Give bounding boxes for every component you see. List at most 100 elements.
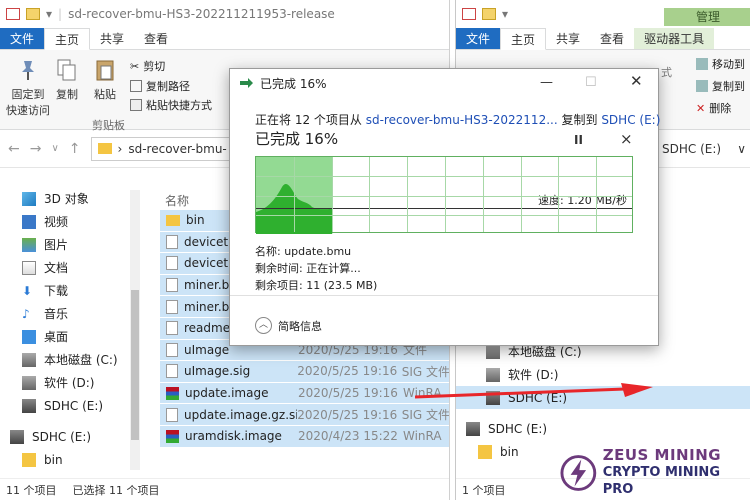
pin-label-2: 快速访问 xyxy=(6,104,50,117)
chart-grid-line xyxy=(256,195,632,197)
tab-view[interactable]: 查看 xyxy=(590,28,634,49)
address-path: sd-recover-bmu- xyxy=(128,141,227,156)
tab-file[interactable]: 文件 xyxy=(456,28,501,49)
tab-home[interactable]: 主页 xyxy=(44,28,91,50)
nav-item[interactable]: SDHC (E:) xyxy=(0,394,130,417)
nav-item[interactable]: ♪ 音乐 xyxy=(0,302,130,325)
sd-card-icon xyxy=(22,398,36,413)
paste-shortcut-button[interactable]: 粘贴快捷方式 xyxy=(130,97,212,113)
recent-dropdown-icon[interactable]: ∨ xyxy=(51,143,58,154)
paste-shortcut-icon xyxy=(130,99,142,111)
move-to-button[interactable]: 移动到 xyxy=(696,56,745,72)
dropdown-icon[interactable]: ▾ xyxy=(502,7,508,21)
delete-button[interactable]: ✕ 删除 xyxy=(696,100,731,116)
nav-item[interactable]: ⬇ 下载 xyxy=(0,279,130,302)
minimize-button[interactable]: — xyxy=(540,75,553,90)
tab-view[interactable]: 查看 xyxy=(134,28,178,49)
file-icon xyxy=(166,256,178,271)
percent-complete: 已完成 16% xyxy=(255,130,339,148)
file-row[interactable]: uImage.sig 2020/5/25 19:16 SIG 文件 xyxy=(160,361,449,382)
cut-button[interactable]: ✂ 剪切 xyxy=(130,58,165,74)
folder-icon[interactable] xyxy=(482,8,496,20)
file-row[interactable]: update.image 2020/5/25 19:16 WinRA xyxy=(160,382,449,404)
nav-item[interactable]: 本地磁盘 (C:) xyxy=(0,348,130,371)
destination-link[interactable]: SDHC (E:) xyxy=(601,113,660,127)
current-speed-line xyxy=(256,208,632,209)
nav-item[interactable]: 桌面 xyxy=(0,325,130,348)
address-bar[interactable]: SDHC (E:) ∨ xyxy=(656,137,750,161)
address-path: SDHC (E:) xyxy=(662,141,722,156)
tab-drive-tools[interactable]: 驱动器工具 xyxy=(634,28,715,49)
file-name: bin xyxy=(186,213,205,228)
file-name: devicetr xyxy=(184,234,234,249)
pause-button[interactable]: II xyxy=(574,133,583,147)
tab-home[interactable]: 主页 xyxy=(500,28,547,50)
winrar-archive-icon xyxy=(166,386,179,400)
music-icon: ♪ xyxy=(22,306,30,321)
file-date: 2020/5/25 19:16 xyxy=(297,364,398,379)
paste-button[interactable]: 粘贴 xyxy=(93,58,117,102)
paste-label: 粘贴 xyxy=(94,88,116,101)
nav-item[interactable]: 软件 (D:) xyxy=(0,371,130,394)
nav-item[interactable]: 文档 xyxy=(0,256,130,279)
tab-share[interactable]: 共享 xyxy=(90,28,134,49)
properties-icon[interactable] xyxy=(462,8,476,20)
file-row[interactable]: uramdisk.image 2020/4/23 15:22 WinRA xyxy=(160,425,449,447)
folder-icon xyxy=(22,452,36,467)
nav-item-label: bin xyxy=(44,452,63,467)
address-folder-icon xyxy=(97,143,112,154)
nav-item[interactable]: bin xyxy=(0,448,130,471)
file-type: SIG 文件 xyxy=(401,408,450,423)
nav-item[interactable]: SDHC (E:) xyxy=(456,417,750,440)
copy-path-label: 复制路径 xyxy=(146,80,190,93)
disk-icon xyxy=(22,352,36,367)
nav-item[interactable]: 图片 xyxy=(0,233,130,256)
chart-grid-line xyxy=(558,157,560,232)
copy-transfer-icon xyxy=(240,78,253,88)
file-name: readme. xyxy=(184,321,234,336)
nav-item-label: bin xyxy=(500,444,519,459)
file-row[interactable]: update.image.gz.sig 2020/5/25 19:16 SIG 文件 xyxy=(160,404,450,425)
folder-icon[interactable] xyxy=(26,8,40,20)
copy-prefix-text: 正在将 12 个项目从 xyxy=(255,113,362,127)
chart-grid-line xyxy=(369,157,371,232)
copy-button[interactable]: 复制 xyxy=(55,58,79,102)
pin-quick-access-button[interactable]: 固定到 快速访问 xyxy=(6,58,50,118)
copy-path-button[interactable]: 复制路径 xyxy=(130,78,190,94)
up-arrow-icon[interactable]: ↑ xyxy=(69,141,81,157)
dialog-divider xyxy=(230,295,658,296)
close-button[interactable]: ✕ xyxy=(630,72,643,90)
status-item-count: 1 个项目 xyxy=(462,483,506,497)
nav-item[interactable]: SDHC (E:) xyxy=(0,425,130,448)
cancel-copy-button[interactable]: × xyxy=(620,130,633,148)
manage-context-tab[interactable]: 管理 xyxy=(664,8,750,26)
copy-to-button[interactable]: 复制到 xyxy=(696,78,745,94)
pin-icon xyxy=(22,61,34,80)
speed-label: 速度: 1.20 MB/秒 xyxy=(535,192,627,208)
nav-scroll-thumb[interactable] xyxy=(131,290,139,440)
fewer-details-toggle[interactable]: ︿ 简略信息 xyxy=(255,317,322,334)
tab-share[interactable]: 共享 xyxy=(546,28,590,49)
delete-label: 删除 xyxy=(709,102,732,115)
copy-description: 正在将 12 个项目从 sd-recover-bmu-HS3-2022112..… xyxy=(255,111,660,128)
dropdown-icon[interactable]: ▾ xyxy=(46,7,52,21)
forward-arrow-icon[interactable]: → xyxy=(30,141,42,157)
transfer-speed-chart: 速度: 1.20 MB/秒 xyxy=(255,156,633,234)
maximize-button: ☐ xyxy=(585,75,597,90)
file-name: miner.bi xyxy=(184,299,233,314)
file-name-cell: uImage.sig xyxy=(160,364,297,379)
tab-file[interactable]: 文件 xyxy=(0,28,45,49)
address-dropdown-icon[interactable]: ∨ xyxy=(737,142,746,156)
back-arrow-icon[interactable]: ← xyxy=(8,141,20,157)
source-link[interactable]: sd-recover-bmu-HS3-2022112... xyxy=(366,113,558,127)
scissors-icon: ✂ xyxy=(130,59,140,73)
logo-line-2: CRYPTO MINING PRO xyxy=(602,465,720,497)
properties-icon[interactable] xyxy=(6,8,20,20)
nav-scrollbar[interactable] xyxy=(130,190,140,470)
nav-item[interactable]: 3D 对象 xyxy=(0,187,130,210)
left-status-bar: 11 个项目 已选择 11 个项目 xyxy=(0,478,449,500)
nav-item[interactable]: 视频 xyxy=(0,210,130,233)
desktop-icon xyxy=(22,329,36,344)
nav-item-label: 桌面 xyxy=(44,330,69,344)
chart-grid-line xyxy=(520,157,522,232)
